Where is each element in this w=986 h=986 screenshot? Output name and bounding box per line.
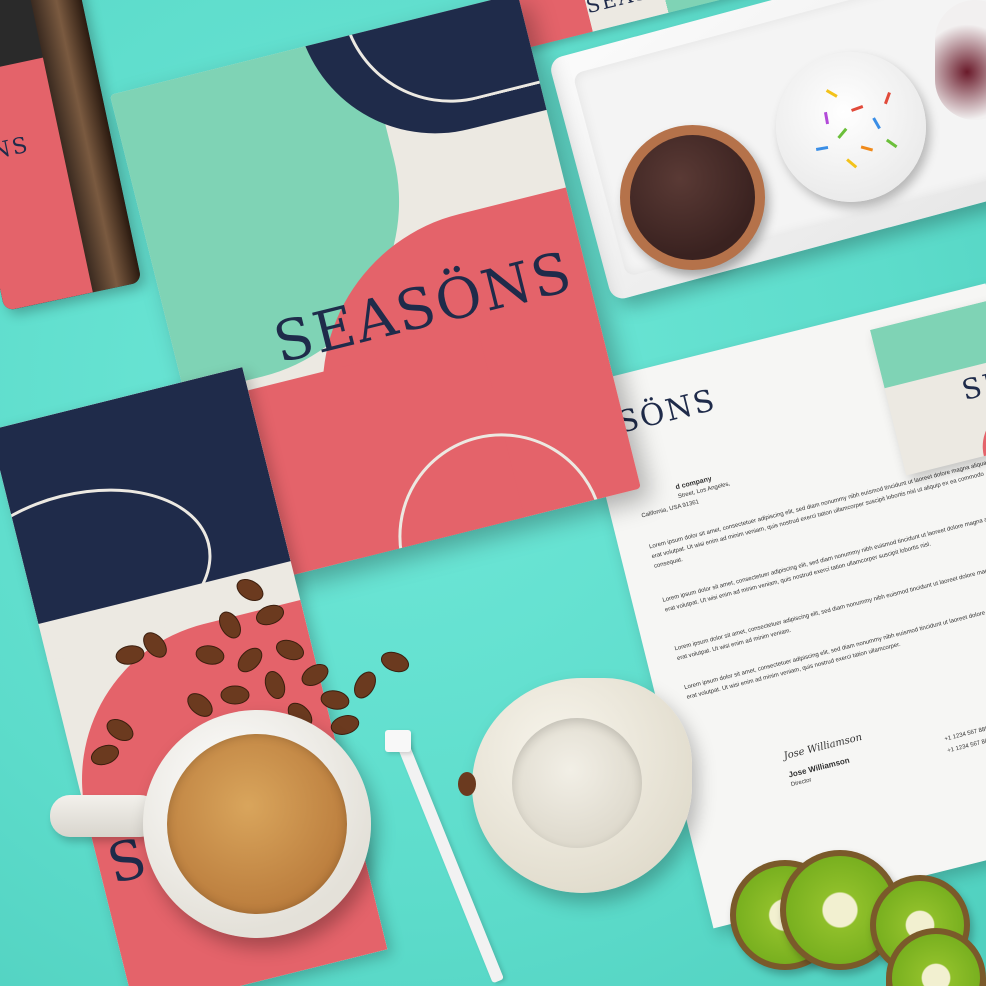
product-mockup-scene: NS SEASÖNS SÖNS d company Street [0, 0, 986, 986]
cable-tie-head [385, 730, 411, 752]
coffee-liquid [167, 734, 347, 914]
sprinkles-icon [815, 89, 898, 169]
card-wordmark: SE [958, 364, 986, 407]
letterhead-address-2: California, USA 91361 [640, 499, 700, 520]
sprinkle-donut [776, 52, 926, 202]
letterhead-wordmark: SÖNS [614, 382, 720, 441]
coffee-cup [143, 710, 371, 938]
letterhead-paragraph-1: Lorem ipsum dolor sit amet, consectetuer… [648, 459, 986, 570]
milk-jug [472, 678, 692, 893]
chocolate-tart [620, 125, 765, 270]
red-velvet-cupcake [935, 0, 986, 120]
sachet-wordmark: SEASÖNS [584, 0, 704, 18]
stray-coffee-bean [458, 772, 476, 796]
letterhead-signature: Jose Williamson [782, 731, 864, 763]
letterhead-signer-name: Jose Williamson [787, 755, 851, 780]
packet-top-left: NS [0, 0, 142, 312]
letterhead-signer-title: Director [790, 777, 813, 789]
